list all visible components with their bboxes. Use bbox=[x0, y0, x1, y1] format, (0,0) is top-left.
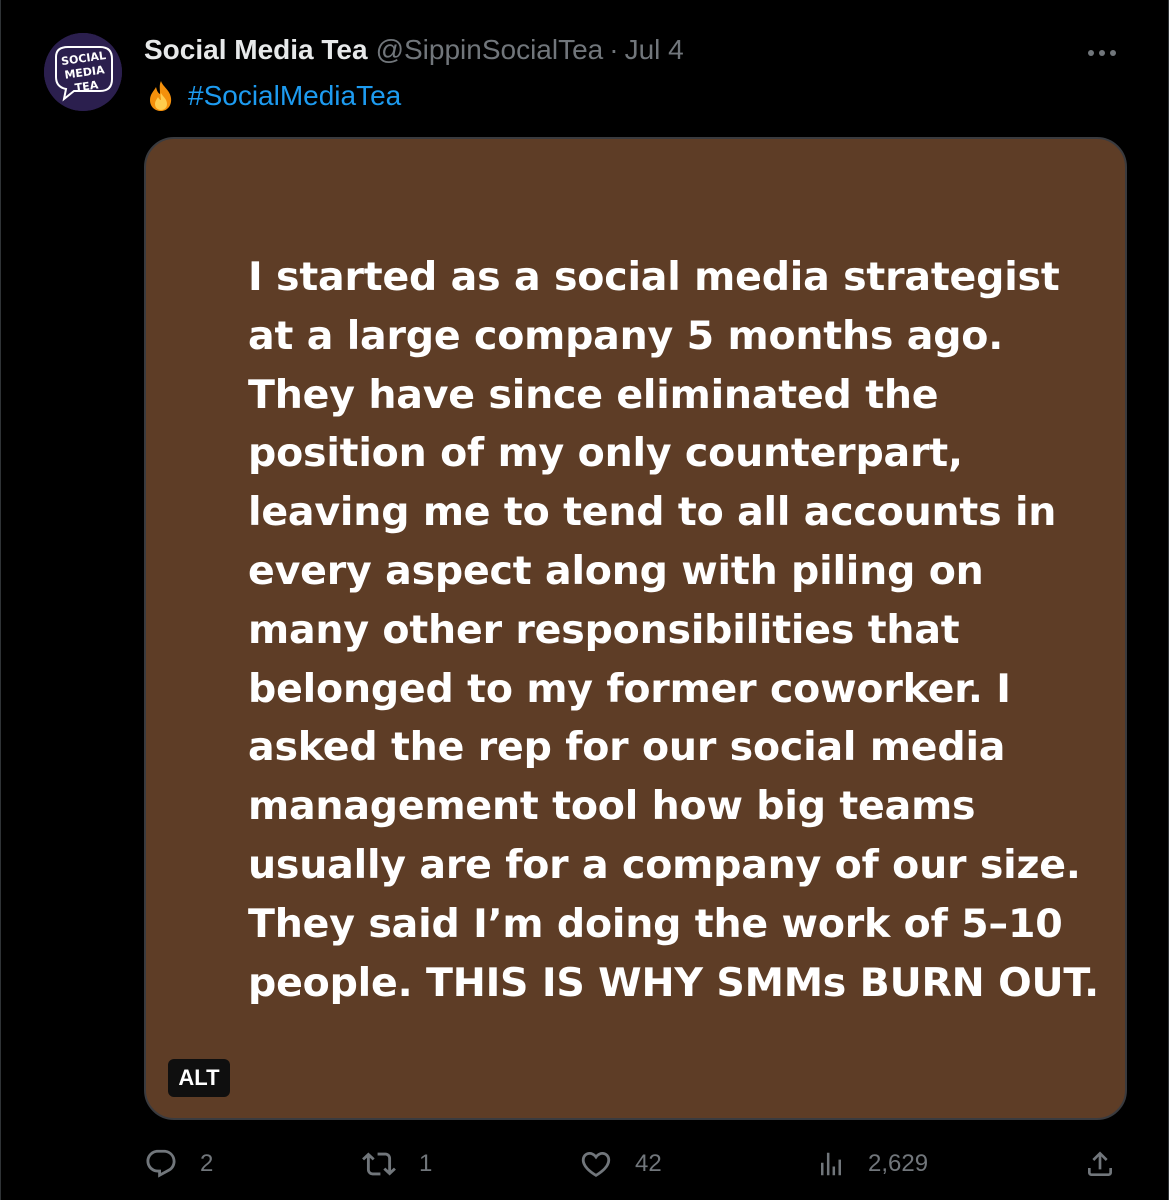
hashtag-link[interactable]: #SocialMediaTea bbox=[188, 80, 401, 112]
share-button[interactable] bbox=[1084, 1140, 1116, 1188]
media-text-line: position of my only counterpart, bbox=[248, 430, 963, 477]
more-horizontal-icon bbox=[1088, 50, 1116, 56]
views-button[interactable]: 2,629 bbox=[816, 1140, 928, 1188]
share-icon bbox=[1088, 1151, 1112, 1176]
reply-count: 2 bbox=[200, 1150, 214, 1177]
media-text-block: I started as a social media strategist a… bbox=[248, 248, 1099, 1012]
alt-text-badge[interactable]: ALT bbox=[168, 1059, 230, 1097]
heart-icon bbox=[581, 1151, 611, 1177]
media-text-line: management tool how big teams bbox=[248, 783, 976, 830]
like-count: 42 bbox=[635, 1150, 662, 1177]
media-text-line: every aspect along with piling on bbox=[248, 547, 984, 594]
more-options-button[interactable] bbox=[1082, 38, 1122, 68]
media-text-line: They said I’m doing the work of 5–10 bbox=[248, 900, 1063, 947]
tweet-text: #SocialMediaTea bbox=[144, 78, 401, 114]
tweet-header: Social Media Tea @SippinSocialTea · Jul … bbox=[144, 34, 684, 74]
tweet-date[interactable]: Jul 4 bbox=[625, 34, 684, 66]
media-text-line: at a large company 5 months ago. bbox=[248, 312, 1004, 359]
separator-dot: · bbox=[609, 34, 619, 65]
media-text-line: people. THIS IS WHY SMMs BURN OUT. bbox=[248, 959, 1099, 1006]
repost-button[interactable]: 1 bbox=[361, 1140, 432, 1188]
repost-icon bbox=[362, 1152, 396, 1176]
avatar[interactable]: SOCIAL MEDIA TEA bbox=[44, 33, 122, 111]
user-handle[interactable]: @SippinSocialTea bbox=[376, 34, 604, 66]
tweet[interactable]: SOCIAL MEDIA TEA Social Media Tea @Sippi… bbox=[0, 0, 1169, 1200]
reply-button[interactable]: 2 bbox=[144, 1140, 213, 1188]
like-button[interactable]: 42 bbox=[579, 1140, 662, 1188]
fire-emoji-icon bbox=[150, 81, 172, 111]
display-name[interactable]: Social Media Tea bbox=[144, 34, 368, 66]
repost-count: 1 bbox=[419, 1150, 433, 1177]
views-icon bbox=[821, 1152, 841, 1176]
reply-icon bbox=[146, 1149, 176, 1178]
media-text-line: many other responsibilities that bbox=[248, 606, 960, 653]
media-text-line: They have since eliminated the bbox=[248, 371, 939, 418]
media-text-line: I started as a social media strategist bbox=[248, 254, 1060, 300]
social-media-tea-logo: SOCIAL MEDIA TEA bbox=[44, 33, 122, 111]
views-count: 2,629 bbox=[868, 1150, 929, 1177]
media-image[interactable]: I started as a social media strategist a… bbox=[144, 137, 1127, 1120]
action-bar: 2 1 42 2,629 bbox=[144, 1140, 1127, 1188]
media-text-line: usually are for a company of our size. bbox=[248, 841, 1081, 888]
media-text-line: asked the rep for our social media bbox=[248, 724, 1006, 771]
media-text-line: belonged to my former coworker. I bbox=[248, 665, 1011, 712]
media-text-line: leaving me to tend to all accounts in bbox=[248, 489, 1057, 536]
